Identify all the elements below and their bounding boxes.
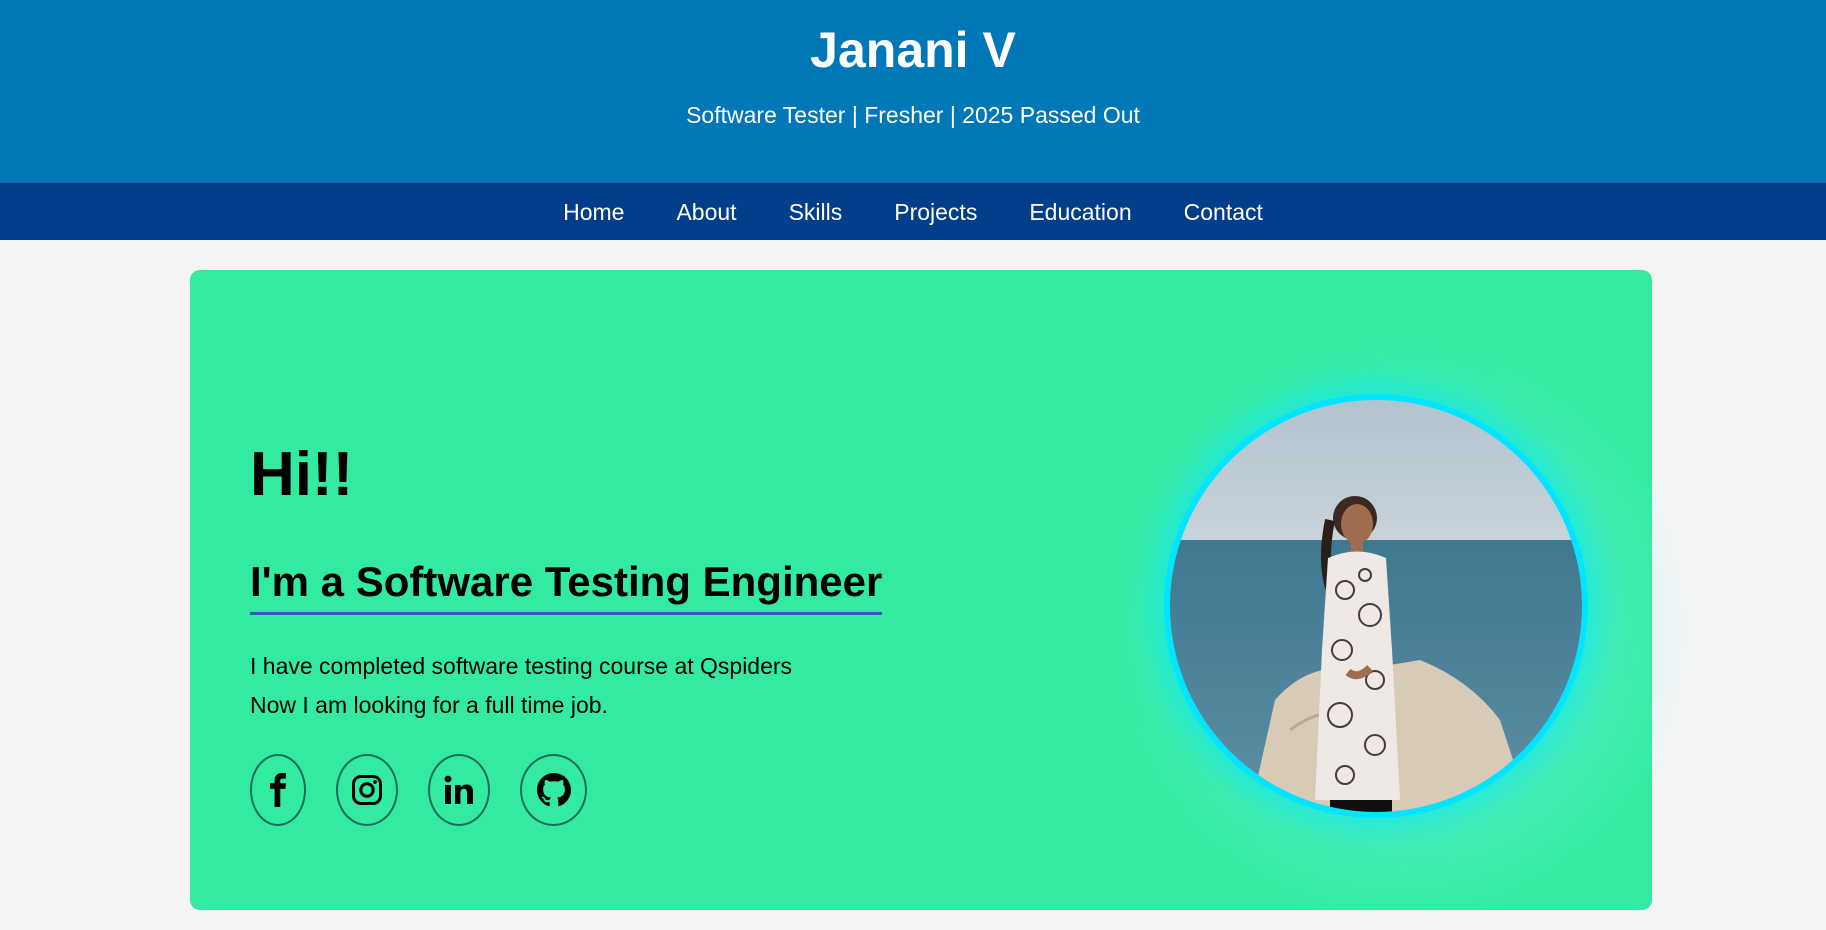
nav-home[interactable]: Home [537, 183, 650, 241]
linkedin-link[interactable] [428, 754, 490, 826]
nav-projects[interactable]: Projects [868, 183, 1003, 241]
facebook-link[interactable] [250, 754, 306, 826]
instagram-link[interactable] [336, 754, 398, 826]
nav-education[interactable]: Education [1003, 183, 1157, 241]
instagram-icon [352, 775, 382, 805]
hero-card: Hi!! I'm a Software Testing Engineer I h… [190, 270, 1700, 930]
main-nav: Home About Skills Projects Education Con… [0, 182, 1826, 240]
hero-description-line-2: Now I am looking for a full time job. [250, 692, 608, 718]
profile-photo-image [1170, 400, 1582, 812]
site-subtitle: Software Tester | Fresher | 2025 Passed … [686, 102, 1140, 128]
hero-role-heading: I'm a Software Testing Engineer [250, 558, 883, 615]
site-header: Janani V Software Tester | Fresher | 202… [0, 0, 1826, 182]
github-link[interactable] [520, 754, 587, 826]
profile-photo [1164, 394, 1588, 818]
hero-description-line-1: I have completed software testing course… [250, 653, 793, 679]
nav-about[interactable]: About [650, 183, 762, 241]
nav-contact[interactable]: Contact [1158, 183, 1289, 241]
facebook-icon [270, 773, 286, 807]
social-links [250, 754, 587, 826]
site-title: Janani V [810, 22, 1016, 78]
hero-greeting: Hi!! [250, 440, 354, 509]
nav-skills[interactable]: Skills [763, 183, 869, 241]
linkedin-icon [444, 775, 473, 804]
github-icon [536, 773, 571, 807]
